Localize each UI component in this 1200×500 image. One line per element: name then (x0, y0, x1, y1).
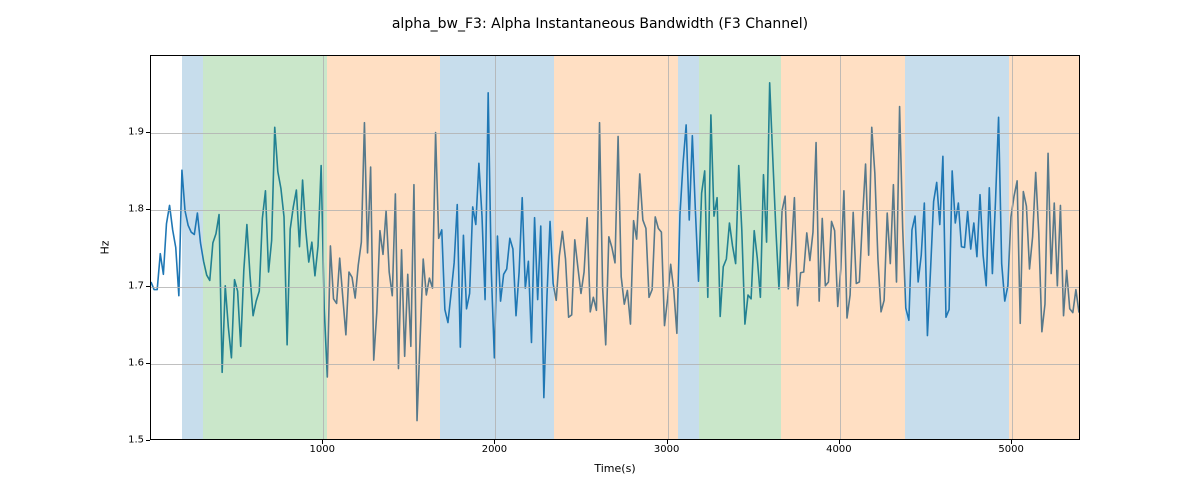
background-span (554, 56, 678, 439)
plot-area (150, 55, 1080, 440)
x-tick-label: 2000 (482, 444, 507, 455)
x-tick-label: 5000 (998, 444, 1023, 455)
x-tick-label: 4000 (826, 444, 851, 455)
y-tick-mark (146, 132, 150, 133)
x-axis-label: Time(s) (150, 462, 1080, 475)
grid-vertical (1012, 56, 1013, 439)
y-tick-label: 1.8 (104, 204, 144, 215)
grid-horizontal (151, 364, 1079, 365)
grid-horizontal (151, 287, 1079, 288)
background-span (678, 56, 699, 439)
background-span (440, 56, 554, 439)
y-tick-mark (146, 209, 150, 210)
x-tick-label: 3000 (654, 444, 679, 455)
background-span (203, 56, 327, 439)
y-tick-label: 1.7 (104, 281, 144, 292)
grid-vertical (668, 56, 669, 439)
grid-horizontal (151, 210, 1079, 211)
y-tick-mark (146, 286, 150, 287)
chart-title: alpha_bw_F3: Alpha Instantaneous Bandwid… (0, 16, 1200, 32)
grid-horizontal (151, 133, 1079, 134)
background-span (327, 56, 441, 439)
y-tick-label: 1.9 (104, 127, 144, 138)
background-span (905, 56, 1008, 439)
grid-vertical (495, 56, 496, 439)
y-tick-label: 1.6 (104, 358, 144, 369)
background-span (1009, 56, 1080, 439)
background-span (781, 56, 812, 439)
chart-figure: alpha_bw_F3: Alpha Instantaneous Bandwid… (0, 0, 1200, 500)
y-tick-label: 1.5 (104, 435, 144, 446)
grid-vertical (323, 56, 324, 439)
x-tick-label: 1000 (309, 444, 334, 455)
grid-vertical (840, 56, 841, 439)
y-axis-label-text: Hz (99, 240, 112, 254)
y-tick-mark (146, 440, 150, 441)
background-span (699, 56, 782, 439)
background-span (182, 56, 203, 439)
y-tick-mark (146, 363, 150, 364)
background-span (812, 56, 905, 439)
y-axis-label: Hz (98, 55, 112, 440)
